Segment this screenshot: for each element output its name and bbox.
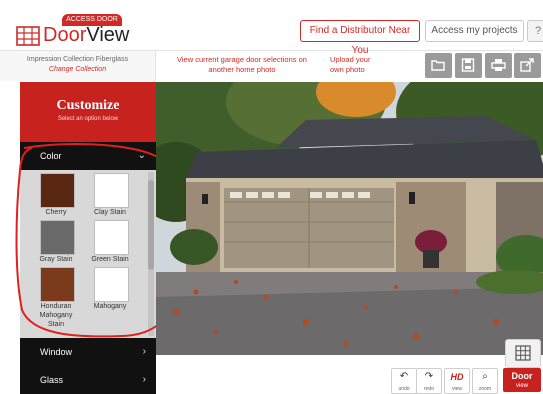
change-collection-link[interactable]: Change Collection xyxy=(0,66,155,73)
share-button[interactable] xyxy=(514,53,541,78)
accordion-glass-label: Glass xyxy=(40,375,64,385)
redo-label: redo xyxy=(423,386,434,392)
chevron-down-icon: ⌄ xyxy=(137,150,146,161)
swatch-green-stain[interactable] xyxy=(94,220,129,255)
door-view-sub: view xyxy=(515,383,528,389)
save-icon xyxy=(461,58,475,72)
logo-wordmark: DoorView xyxy=(43,24,130,46)
chevron-right-icon: › xyxy=(142,374,146,385)
zoom-button[interactable]: ⌕ zoom xyxy=(472,368,498,394)
find-distributor-button[interactable]: Find a Distributor Near You xyxy=(300,20,420,56)
print-icon xyxy=(491,59,506,71)
accordion-glass[interactable]: Glass › xyxy=(20,366,156,394)
chevron-right-icon: › xyxy=(142,346,146,357)
swatch-gray-stain[interactable] xyxy=(40,220,75,255)
doorview-logo[interactable]: ACCESS DOOR DoorView xyxy=(16,14,130,46)
door-view-button[interactable]: Door view xyxy=(503,368,541,392)
swatch-label: Cherry xyxy=(45,209,67,216)
accordion-window[interactable]: Window › xyxy=(20,338,156,366)
help-button[interactable]: ? xyxy=(527,20,543,42)
house-photo xyxy=(156,82,543,355)
grid-view-button[interactable] xyxy=(505,339,541,368)
swatch-label: Green Stain xyxy=(91,256,129,263)
undo-icon: ↶ xyxy=(399,371,409,382)
swatch-label: Honduran Mahogany Stain xyxy=(39,303,73,328)
access-projects-button[interactable]: Access my projects xyxy=(425,20,524,42)
undo-button[interactable]: ↶ undo xyxy=(391,368,417,394)
grid-icon xyxy=(515,345,531,361)
customize-header: Customize Select an option below xyxy=(20,82,156,142)
zoom-label: zoom xyxy=(478,386,492,392)
customize-subtitle: Select an option below xyxy=(57,116,119,122)
door-view-title: Door xyxy=(511,371,533,381)
swatch-clay-stain[interactable] xyxy=(94,173,129,208)
folder-icon xyxy=(431,60,445,71)
hd-view-label: view xyxy=(451,386,462,392)
redo-button[interactable]: ↷ redo xyxy=(416,368,442,394)
accordion-window-label: Window xyxy=(40,347,73,357)
color-swatch-panel: Cherry Clay Stain Gray Stain Green Stain… xyxy=(20,170,156,338)
open-folder-button[interactable] xyxy=(425,53,452,78)
share-icon xyxy=(520,58,534,72)
customize-title: Customize xyxy=(56,98,120,113)
swatch-scrollbar-thumb[interactable] xyxy=(148,180,154,270)
accordion-color-label: Color xyxy=(40,151,62,161)
zoom-icon: ⌕ xyxy=(482,371,488,382)
swatch-label: Clay Stain xyxy=(94,209,126,216)
swatch-label: Mahogany xyxy=(93,303,127,310)
garage-door-logo-icon xyxy=(16,26,40,46)
save-button[interactable] xyxy=(455,53,482,78)
swatch-honduran-mahogany-stain[interactable] xyxy=(40,267,75,302)
print-button[interactable] xyxy=(485,53,512,78)
view-on-other-photo-link[interactable]: View current garage door selections on a… xyxy=(172,55,312,75)
upload-photo-link[interactable]: Upload your own photo xyxy=(330,55,386,75)
undo-label: undo xyxy=(398,386,410,392)
swatch-cherry[interactable] xyxy=(40,173,75,208)
redo-icon: ↷ xyxy=(424,371,434,382)
hd-icon: HD xyxy=(450,372,464,382)
swatch-label: Gray Stain xyxy=(39,256,73,263)
accordion-color[interactable]: Color ⌄ xyxy=(20,142,156,170)
hd-view-button[interactable]: HD view xyxy=(444,368,470,394)
swatch-mahogany[interactable] xyxy=(94,267,129,302)
collection-name: Impression Collection Fiberglass xyxy=(26,56,129,63)
